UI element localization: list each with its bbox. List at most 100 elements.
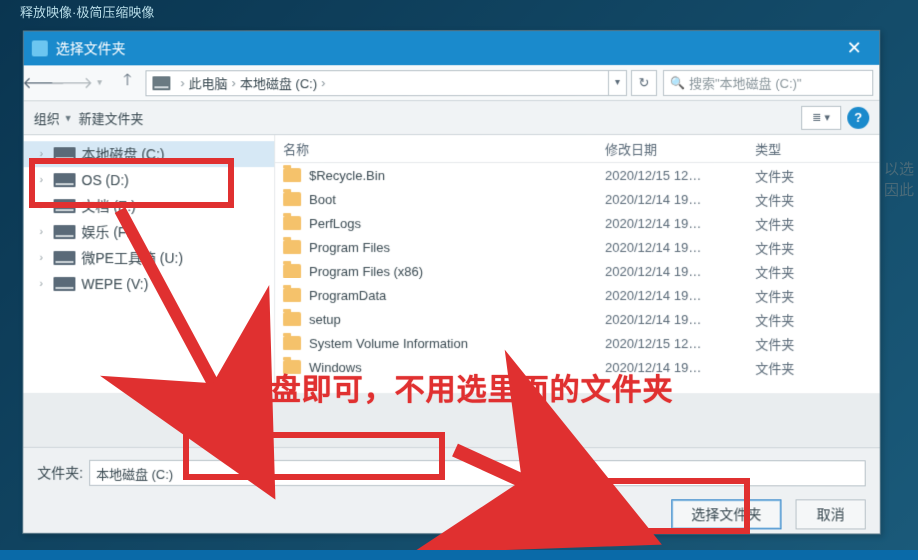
folder-icon bbox=[283, 240, 301, 254]
col-date[interactable]: 修改日期 bbox=[605, 139, 755, 158]
outer-title-text: 释放映像·极简压缩映像 bbox=[20, 2, 154, 21]
item-date: 2020/12/15 12… bbox=[605, 336, 755, 351]
file-list[interactable]: 名称 修改日期 类型 $Recycle.Bin2020/12/15 12…文件夹… bbox=[275, 135, 880, 393]
breadcrumb-pc[interactable]: 此电脑 bbox=[189, 73, 228, 92]
item-date: 2020/12/14 19… bbox=[605, 215, 755, 230]
tree-item-label: OS (D:) bbox=[82, 172, 129, 188]
list-item[interactable]: setup2020/12/14 19…文件夹 bbox=[275, 307, 880, 331]
close-icon: ✕ bbox=[847, 37, 862, 58]
item-name: $Recycle.Bin bbox=[309, 167, 605, 182]
item-name: System Volume Information bbox=[309, 335, 605, 350]
address-dropdown[interactable]: ▾ bbox=[609, 70, 627, 96]
folder-icon bbox=[283, 168, 301, 182]
list-rows: $Recycle.Bin2020/12/15 12…文件夹Boot2020/12… bbox=[275, 163, 880, 393]
address-bar[interactable]: › 此电脑 › 本地磁盘 (C:) › bbox=[145, 70, 609, 96]
drive-icon bbox=[53, 277, 75, 291]
expand-icon[interactable]: › bbox=[40, 175, 54, 186]
item-type: 文件夹 bbox=[755, 261, 815, 280]
search-input[interactable]: 🔍 搜索"本地磁盘 (C:)" bbox=[663, 69, 873, 95]
organize-menu[interactable]: 组织 ▼ bbox=[34, 108, 73, 127]
item-type: 文件夹 bbox=[755, 286, 815, 305]
search-icon: 🔍 bbox=[670, 75, 685, 89]
item-type: 文件夹 bbox=[755, 189, 815, 208]
new-folder-button[interactable]: 新建文件夹 bbox=[79, 108, 144, 127]
filename-row: 文件夹: 本地磁盘 (C:) bbox=[37, 458, 865, 488]
tree-item[interactable]: › OS (D:) bbox=[24, 167, 274, 193]
breadcrumb-sep: › bbox=[321, 75, 325, 90]
view-mode-button[interactable]: ≣ ▾ bbox=[801, 105, 841, 129]
button-row: 选择文件夹 取消 bbox=[37, 494, 866, 535]
list-item[interactable]: Boot2020/12/14 19…文件夹 bbox=[275, 187, 879, 211]
list-item[interactable]: ProgramData2020/12/14 19…文件夹 bbox=[275, 283, 879, 307]
tree-item-label: WEPE (V:) bbox=[81, 276, 148, 292]
item-name: setup bbox=[309, 311, 605, 326]
background-partial-text: 以选因此 bbox=[884, 158, 914, 200]
tree-item-label: 微PE工具箱 (U:) bbox=[81, 248, 183, 268]
item-date: 2020/12/14 19… bbox=[605, 312, 755, 327]
nav-recent-dropdown[interactable]: ▾ bbox=[86, 70, 114, 96]
app-icon bbox=[32, 40, 48, 56]
nav-forward-button[interactable]: 🡒 bbox=[58, 70, 86, 96]
item-date: 2020/12/14 19… bbox=[605, 288, 755, 303]
item-name: ProgramData bbox=[309, 287, 605, 302]
expand-icon[interactable]: › bbox=[40, 149, 54, 160]
filename-value: 本地磁盘 (C:) bbox=[96, 463, 173, 482]
col-name[interactable]: 名称 bbox=[275, 139, 605, 158]
dialog-title: 选择文件夹 bbox=[56, 38, 126, 58]
tree-item-label: 本地磁盘 (C:) bbox=[82, 144, 165, 164]
search-placeholder: 搜索"本地磁盘 (C:)" bbox=[689, 73, 802, 92]
breadcrumb-sep: › bbox=[232, 75, 236, 90]
folder-icon bbox=[283, 192, 301, 206]
select-folder-button[interactable]: 选择文件夹 bbox=[671, 499, 781, 529]
dialog-titlebar[interactable]: 选择文件夹 ✕ bbox=[24, 31, 879, 66]
item-name: PerfLogs bbox=[309, 215, 605, 230]
organize-label: 组织 bbox=[34, 108, 60, 127]
item-date: 2020/12/15 12… bbox=[605, 167, 755, 182]
list-item[interactable]: Program Files (x86)2020/12/14 19…文件夹 bbox=[275, 259, 879, 283]
annotation-text: 选C盘即可，不用选里面的文件夹 bbox=[217, 365, 674, 409]
cancel-button[interactable]: 取消 bbox=[796, 499, 866, 529]
drive-icon bbox=[54, 173, 76, 187]
list-item[interactable]: Program Files2020/12/14 19…文件夹 bbox=[275, 235, 879, 259]
expand-icon[interactable]: › bbox=[40, 253, 54, 264]
tree-item[interactable]: › 娱乐 (F:) bbox=[24, 219, 275, 245]
tree-item[interactable]: › 文档 (E:) bbox=[24, 193, 275, 219]
tree-item-label: 娱乐 (F:) bbox=[81, 222, 135, 242]
breadcrumb-sep: › bbox=[180, 75, 184, 90]
item-type: 文件夹 bbox=[755, 334, 815, 353]
tree-item-label: 文档 (E:) bbox=[81, 196, 135, 216]
folder-icon bbox=[283, 288, 301, 302]
list-item[interactable]: System Volume Information2020/12/15 12…文… bbox=[275, 331, 880, 355]
toolbar: 组织 ▼ 新建文件夹 ≣ ▾ ? bbox=[24, 101, 880, 135]
drive-icon bbox=[152, 76, 170, 90]
list-item[interactable]: $Recycle.Bin2020/12/15 12…文件夹 bbox=[275, 163, 879, 187]
tree-item[interactable]: › 本地磁盘 (C:) bbox=[24, 141, 274, 167]
item-name: Boot bbox=[309, 191, 605, 206]
expand-icon[interactable]: › bbox=[40, 227, 54, 238]
nav-up-button[interactable]: 🡑 bbox=[114, 70, 142, 96]
folder-icon bbox=[283, 336, 301, 350]
column-headers[interactable]: 名称 修改日期 类型 bbox=[275, 135, 879, 163]
breadcrumb-drive[interactable]: 本地磁盘 (C:) bbox=[240, 73, 317, 92]
item-type: 文件夹 bbox=[755, 310, 815, 329]
drive-icon bbox=[53, 251, 75, 265]
expand-icon[interactable]: › bbox=[39, 279, 53, 290]
item-type: 文件夹 bbox=[755, 358, 815, 377]
navigation-tree[interactable]: › 本地磁盘 (C:) › OS (D:) › 文档 (E:) › 娱乐 (F:) › 微PE工具… bbox=[23, 135, 275, 393]
refresh-button[interactable]: ↻ bbox=[631, 70, 657, 96]
item-name: Program Files (x86) bbox=[309, 263, 605, 278]
expand-icon[interactable]: › bbox=[40, 201, 54, 212]
help-button[interactable]: ? bbox=[847, 106, 869, 128]
tree-item[interactable]: › 微PE工具箱 (U:) bbox=[24, 245, 275, 271]
item-name: Program Files bbox=[309, 239, 605, 254]
tree-item[interactable]: › WEPE (V:) bbox=[24, 271, 275, 297]
folder-icon bbox=[283, 264, 301, 278]
item-date: 2020/12/14 19… bbox=[605, 263, 755, 278]
close-button[interactable]: ✕ bbox=[829, 31, 879, 65]
nav-row: 🡐 🡒 ▾ 🡑 › 此电脑 › 本地磁盘 (C:) › ▾ ↻ 🔍 搜索"本地磁… bbox=[24, 65, 880, 101]
col-type[interactable]: 类型 bbox=[755, 139, 815, 158]
list-item[interactable]: PerfLogs2020/12/14 19…文件夹 bbox=[275, 211, 879, 235]
item-date: 2020/12/14 19… bbox=[605, 191, 755, 206]
filename-input[interactable]: 本地磁盘 (C:) bbox=[89, 460, 866, 486]
chevron-down-icon: ▼ bbox=[64, 113, 73, 123]
